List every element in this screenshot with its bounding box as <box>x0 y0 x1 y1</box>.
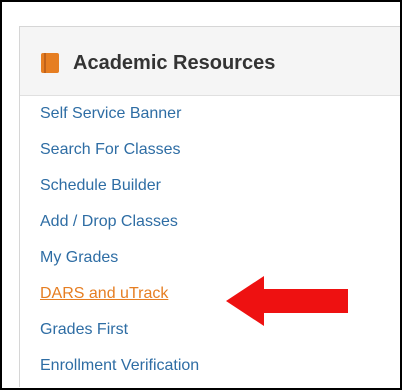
book-icon <box>41 53 59 73</box>
panel-header: Academic Resources <box>20 27 400 96</box>
red-arrow-icon <box>226 276 348 326</box>
self-service-banner-link[interactable]: Self Service Banner <box>40 105 181 122</box>
grades-first-link[interactable]: Grades First <box>40 321 128 338</box>
list-item: Self Service Banner <box>20 96 400 132</box>
enrollment-verification-link[interactable]: Enrollment Verification <box>40 357 199 374</box>
list-item: Enrollment Verification <box>20 348 400 384</box>
dars-and-utrack-link[interactable]: DARS and uTrack <box>40 285 168 302</box>
search-for-classes-link[interactable]: Search For Classes <box>40 141 181 158</box>
academic-resources-panel: Academic Resources Self Service Banner S… <box>19 26 400 387</box>
panel-title: Academic Resources <box>73 52 276 74</box>
add-drop-classes-link[interactable]: Add / Drop Classes <box>40 213 178 230</box>
my-grades-link[interactable]: My Grades <box>40 249 118 266</box>
schedule-builder-link[interactable]: Schedule Builder <box>40 177 161 194</box>
screenshot-frame: Academic Resources Self Service Banner S… <box>0 0 402 390</box>
list-item: Add / Drop Classes <box>20 204 400 240</box>
list-item: Search For Classes <box>20 132 400 168</box>
list-item: My Grades <box>20 240 400 276</box>
list-item: Schedule Builder <box>20 168 400 204</box>
resource-link-list: Self Service Banner Search For Classes S… <box>20 96 400 384</box>
